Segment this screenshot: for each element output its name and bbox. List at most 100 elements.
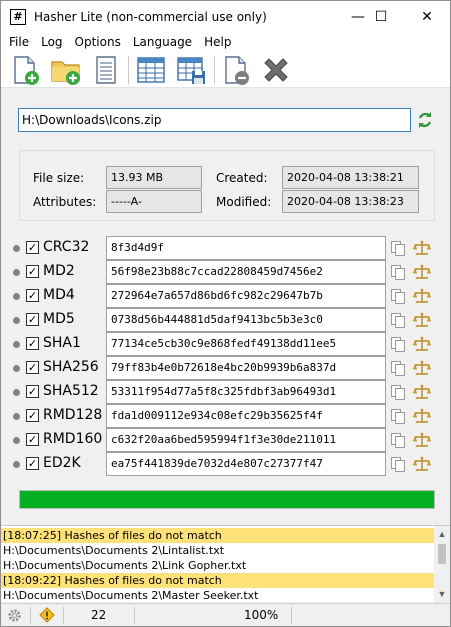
menu-help[interactable]: Help	[198, 32, 237, 52]
scroll-thumb[interactable]	[438, 544, 446, 564]
compare-scales-icon[interactable]	[413, 432, 431, 448]
hash-checkbox[interactable]: ✓	[26, 433, 39, 446]
copy-icon[interactable]	[390, 264, 406, 280]
created-field[interactable]: 2020-04-08 13:38:21	[282, 166, 419, 189]
menu-language[interactable]: Language	[127, 32, 198, 52]
scroll-down-arrow-icon[interactable]: ▼	[434, 586, 450, 602]
hash-checkbox[interactable]: ✓	[26, 265, 39, 278]
hash-checkbox[interactable]: ✓	[26, 241, 39, 254]
status-separator	[134, 607, 135, 624]
window-title: Hasher Lite (non-commercial use only)	[34, 9, 267, 24]
copy-icon[interactable]	[390, 408, 406, 424]
modified-label: Modified:	[216, 195, 272, 209]
copy-icon[interactable]	[390, 384, 406, 400]
attributes-label: Attributes:	[33, 195, 97, 209]
app-window: # Hasher Lite (non-commercial use only) …	[0, 0, 451, 627]
log-warning-line[interactable]: [18:09:22] Hashes of files do not match	[1, 573, 434, 588]
copy-icon[interactable]	[390, 288, 406, 304]
hash-row-sha1: ✓ SHA1 77134ce5cb30c9e868fedf49138dd11ee5	[1, 332, 450, 356]
add-folder-icon[interactable]	[50, 54, 82, 86]
hash-algorithm-label: MD5	[43, 311, 75, 327]
status-dot-icon	[13, 389, 20, 396]
hash-value-field[interactable]: 53311f954d77a5f8c325fdbf3ab96493d1	[106, 380, 386, 404]
file-path-input[interactable]: H:\Downloads\Icons.zip	[18, 108, 411, 132]
compare-scales-icon[interactable]	[413, 336, 431, 352]
hash-checkbox[interactable]: ✓	[26, 385, 39, 398]
compare-scales-icon[interactable]	[413, 288, 431, 304]
table-save-icon[interactable]	[175, 54, 207, 86]
title-bar[interactable]: # Hasher Lite (non-commercial use only) …	[1, 1, 450, 32]
compare-scales-icon[interactable]	[413, 312, 431, 328]
warning-icon[interactable]	[39, 607, 55, 623]
compare-scales-icon[interactable]	[413, 408, 431, 424]
hash-value-field[interactable]: ea75f441839de7032d4e807c27377f47	[106, 452, 386, 476]
hash-value-field[interactable]: 79ff83b4e0b72618e4bc20b9939b6a837d	[106, 356, 386, 380]
maximize-button[interactable]: ☐	[358, 1, 404, 32]
hash-algorithm-label: SHA512	[43, 383, 99, 399]
copy-icon[interactable]	[390, 336, 406, 352]
hash-row-md5: ✓ MD5 0738d56b444881d5daf9413bc5b3e3c0	[1, 308, 450, 332]
menu-file[interactable]: File	[3, 32, 35, 52]
hash-checkbox[interactable]: ✓	[26, 313, 39, 326]
log-scrollbar[interactable]: ▲ ▼	[434, 526, 450, 602]
progress-fill	[20, 491, 434, 508]
remove-document-icon[interactable]	[220, 54, 252, 86]
refresh-icon[interactable]	[415, 110, 435, 130]
copy-icon[interactable]	[390, 240, 406, 256]
gear-icon[interactable]	[7, 608, 22, 623]
text-document-icon[interactable]	[90, 54, 122, 86]
compare-scales-icon[interactable]	[413, 240, 431, 256]
attributes-field[interactable]: -----A-	[106, 190, 202, 213]
hash-value-field[interactable]: c632f20aa6bed595994f1f3e30de211011	[106, 428, 386, 452]
log-path-line[interactable]: H:\Documents\Documents 2\Master Seeker.t…	[1, 588, 434, 603]
log-panel[interactable]: [18:07:25] Hashes of files do not match H…	[1, 525, 450, 602]
copy-icon[interactable]	[390, 432, 406, 448]
hash-row-crc32: ✓ CRC32 8f3d4d9f	[1, 236, 450, 260]
hash-row-rmd160: ✓ RMD160 c632f20aa6bed595994f1f3e30de21101…	[1, 428, 450, 452]
copy-icon[interactable]	[390, 360, 406, 376]
hash-algorithm-label: SHA1	[43, 335, 81, 351]
hash-value-field[interactable]: 272964e7a657d86bd6fc982c29647b7b	[106, 284, 386, 308]
status-separator	[291, 607, 292, 624]
status-dot-icon	[13, 341, 20, 348]
status-dot-icon	[13, 413, 20, 420]
hash-checkbox[interactable]: ✓	[26, 457, 39, 470]
hash-value-field[interactable]: fda1d009112e934c08efc29b35625f4f	[106, 404, 386, 428]
warning-count: 22	[91, 608, 107, 622]
compare-scales-icon[interactable]	[413, 360, 431, 376]
modified-field[interactable]: 2020-04-08 13:38:23	[282, 190, 419, 213]
hash-value-field[interactable]: 8f3d4d9f	[106, 236, 386, 260]
compare-scales-icon[interactable]	[413, 456, 431, 472]
compare-scales-icon[interactable]	[413, 264, 431, 280]
clear-x-icon[interactable]	[260, 54, 292, 86]
hash-checkbox[interactable]: ✓	[26, 289, 39, 302]
file-info-group: File size: 13.93 MB Attributes: -----A- …	[19, 150, 435, 221]
scroll-up-arrow-icon[interactable]: ▲	[434, 526, 450, 542]
hash-value-field[interactable]: 77134ce5cb30c9e868fedf49138dd11ee5	[106, 332, 386, 356]
menu-options[interactable]: Options	[69, 32, 127, 52]
status-separator	[63, 607, 64, 624]
hash-checkbox[interactable]: ✓	[26, 337, 39, 350]
hash-row-sha512: ✓ SHA512 53311f954d77a5f8c325fdbf3ab96493d…	[1, 380, 450, 404]
copy-icon[interactable]	[390, 456, 406, 472]
close-button[interactable]: ✕	[404, 1, 450, 32]
hash-value-field[interactable]: 0738d56b444881d5daf9413bc5b3e3c0	[106, 308, 386, 332]
hash-checkbox[interactable]: ✓	[26, 361, 39, 374]
log-warning-line[interactable]: [18:07:25] Hashes of files do not match	[1, 528, 434, 543]
copy-icon[interactable]	[390, 312, 406, 328]
log-path-line[interactable]: H:\Documents\Documents 2\Lintalist.txt	[1, 543, 434, 558]
toolbar-separator	[128, 56, 129, 84]
hash-value-field[interactable]: 56f98e23b88c7ccad22808459d7456e2	[106, 260, 386, 284]
compare-scales-icon[interactable]	[413, 384, 431, 400]
hash-row-md4: ✓ MD4 272964e7a657d86bd6fc982c29647b7b	[1, 284, 450, 308]
menu-log[interactable]: Log	[35, 32, 68, 52]
file-size-field[interactable]: 13.93 MB	[106, 166, 202, 189]
log-path-line[interactable]: H:\Documents\Documents 2\Link Gopher.txt	[1, 558, 434, 573]
menu-bar: File Log Options Language Help	[1, 32, 450, 52]
status-dot-icon	[13, 245, 20, 252]
add-file-icon[interactable]	[9, 54, 41, 86]
zoom-level: 100%	[244, 608, 279, 622]
table-icon[interactable]	[135, 54, 167, 86]
status-bar: 22 100%	[1, 603, 450, 626]
hash-checkbox[interactable]: ✓	[26, 409, 39, 422]
